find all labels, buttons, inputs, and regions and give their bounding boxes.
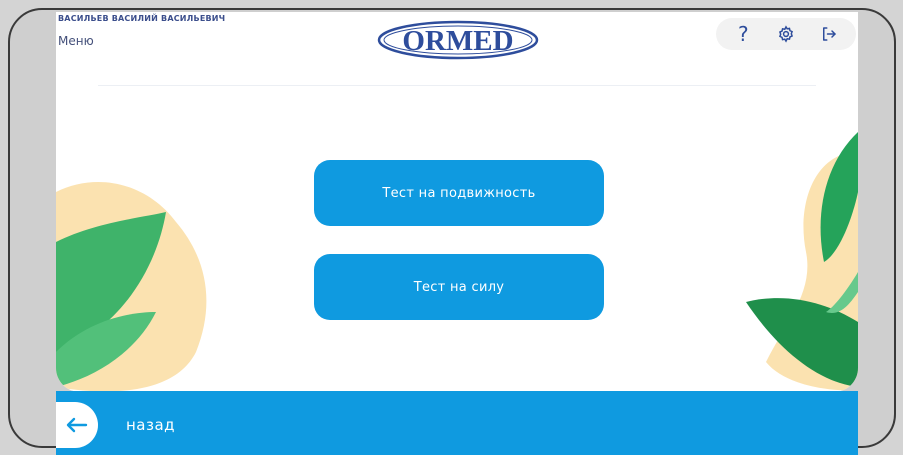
strength-test-button[interactable]: Тест на силу	[314, 254, 604, 320]
bottom-bar	[56, 391, 858, 455]
mobility-test-button[interactable]: Тест на подвижность	[314, 160, 604, 226]
logout-icon[interactable]	[815, 20, 843, 48]
arrow-left-icon	[66, 417, 88, 433]
brand-logo: ORMED	[377, 20, 539, 60]
menu-link[interactable]: Меню	[58, 34, 94, 48]
header-divider	[98, 85, 816, 86]
right-leaf-decoration	[746, 132, 858, 391]
help-glyph: ?	[738, 22, 749, 46]
user-name: ВАСИЛЬЕВ ВАСИЛИЙ ВАСИЛЬЕВИЧ	[58, 14, 226, 23]
logo-text: ORMED	[402, 25, 513, 57]
header-toolbar: ?	[716, 18, 856, 50]
back-label[interactable]: назад	[126, 416, 175, 434]
gear-icon[interactable]	[772, 20, 800, 48]
help-icon[interactable]: ?	[729, 20, 757, 48]
left-leaf-decoration	[56, 182, 207, 392]
